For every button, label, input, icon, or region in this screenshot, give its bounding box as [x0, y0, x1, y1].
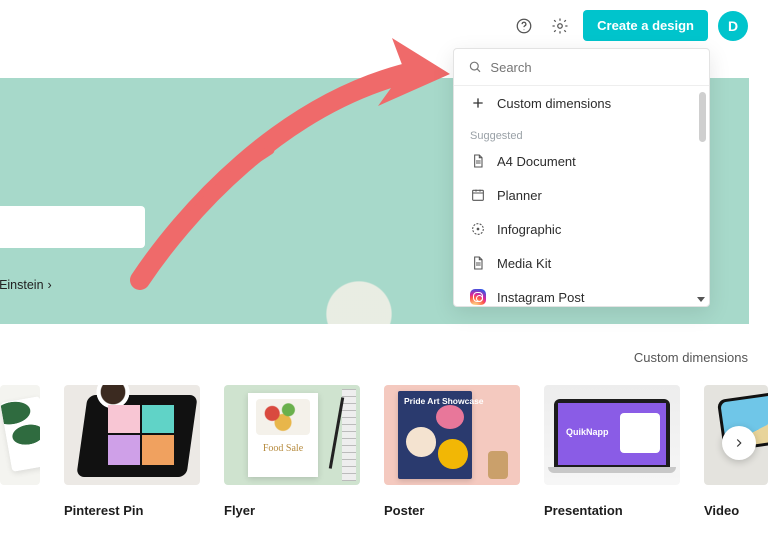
hero-quote[interactable]: nation." —Albert Einstein ›	[0, 278, 52, 292]
template-presentation[interactable]: Presentation	[544, 385, 680, 518]
chevron-right-icon	[732, 436, 746, 450]
suggested-heading: Suggested	[454, 120, 709, 144]
option-label: Custom dimensions	[497, 96, 611, 111]
section-heading: Custom dimensions	[634, 350, 748, 365]
dropdown-search-input[interactable]	[490, 60, 695, 75]
dropdown-search[interactable]	[454, 49, 709, 86]
template-label: Poster	[384, 503, 520, 518]
hero-quote-text: nation." —Albert Einstein	[0, 278, 44, 292]
infographic-icon	[470, 221, 486, 237]
template-carousel: Pinterest Pin Flyer Pride Art Showcase P…	[0, 385, 768, 518]
design-type-dropdown: Custom dimensions Suggested A4 Document …	[453, 48, 710, 307]
instagram-icon	[470, 289, 486, 305]
template-label: Video	[704, 503, 768, 518]
decorative-flower	[309, 274, 409, 324]
custom-dimensions-option[interactable]: Custom dimensions	[454, 86, 709, 120]
template-label: Pinterest Pin	[64, 503, 200, 518]
top-bar: Create a design D	[511, 10, 748, 41]
gear-icon[interactable]	[547, 13, 573, 39]
hero-search-input[interactable]	[0, 206, 145, 248]
scroll-down-indicator[interactable]	[697, 297, 705, 302]
option-label: Infographic	[497, 222, 561, 237]
option-planner[interactable]: Planner	[454, 178, 709, 212]
option-label: Media Kit	[497, 256, 551, 271]
avatar[interactable]: D	[718, 11, 748, 41]
help-icon[interactable]	[511, 13, 537, 39]
option-media-kit[interactable]: Media Kit	[454, 246, 709, 280]
document-icon	[470, 255, 486, 271]
option-label: A4 Document	[497, 154, 576, 169]
calendar-icon	[470, 187, 486, 203]
document-icon	[470, 153, 486, 169]
template-pinterest-pin[interactable]: Pinterest Pin	[64, 385, 200, 518]
template-partial-left[interactable]	[0, 385, 40, 485]
option-label: Planner	[497, 188, 542, 203]
option-a4-document[interactable]: A4 Document	[454, 144, 709, 178]
option-instagram-post[interactable]: Instagram Post	[454, 280, 709, 306]
scrollbar[interactable]	[699, 92, 706, 142]
option-label: Instagram Post	[497, 290, 584, 305]
chevron-right-icon: ›	[48, 278, 52, 292]
template-label: Presentation	[544, 503, 680, 518]
plus-icon	[470, 95, 486, 111]
option-infographic[interactable]: Infographic	[454, 212, 709, 246]
create-design-button[interactable]: Create a design	[583, 10, 708, 41]
template-flyer[interactable]: Flyer	[224, 385, 360, 518]
poster-text: Pride Art Showcase	[404, 397, 484, 407]
carousel-next-button[interactable]	[722, 426, 756, 460]
search-icon	[468, 59, 482, 75]
template-label: Flyer	[224, 503, 360, 518]
template-poster[interactable]: Pride Art Showcase Poster	[384, 385, 520, 518]
